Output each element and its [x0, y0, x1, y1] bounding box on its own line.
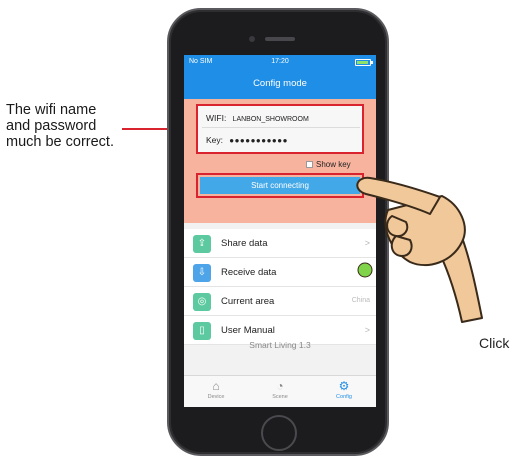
pointing-hand-icon [356, 176, 483, 323]
instruction-image: The wifi name and password much be corre… [0, 0, 518, 458]
click-label: Click [479, 335, 510, 351]
